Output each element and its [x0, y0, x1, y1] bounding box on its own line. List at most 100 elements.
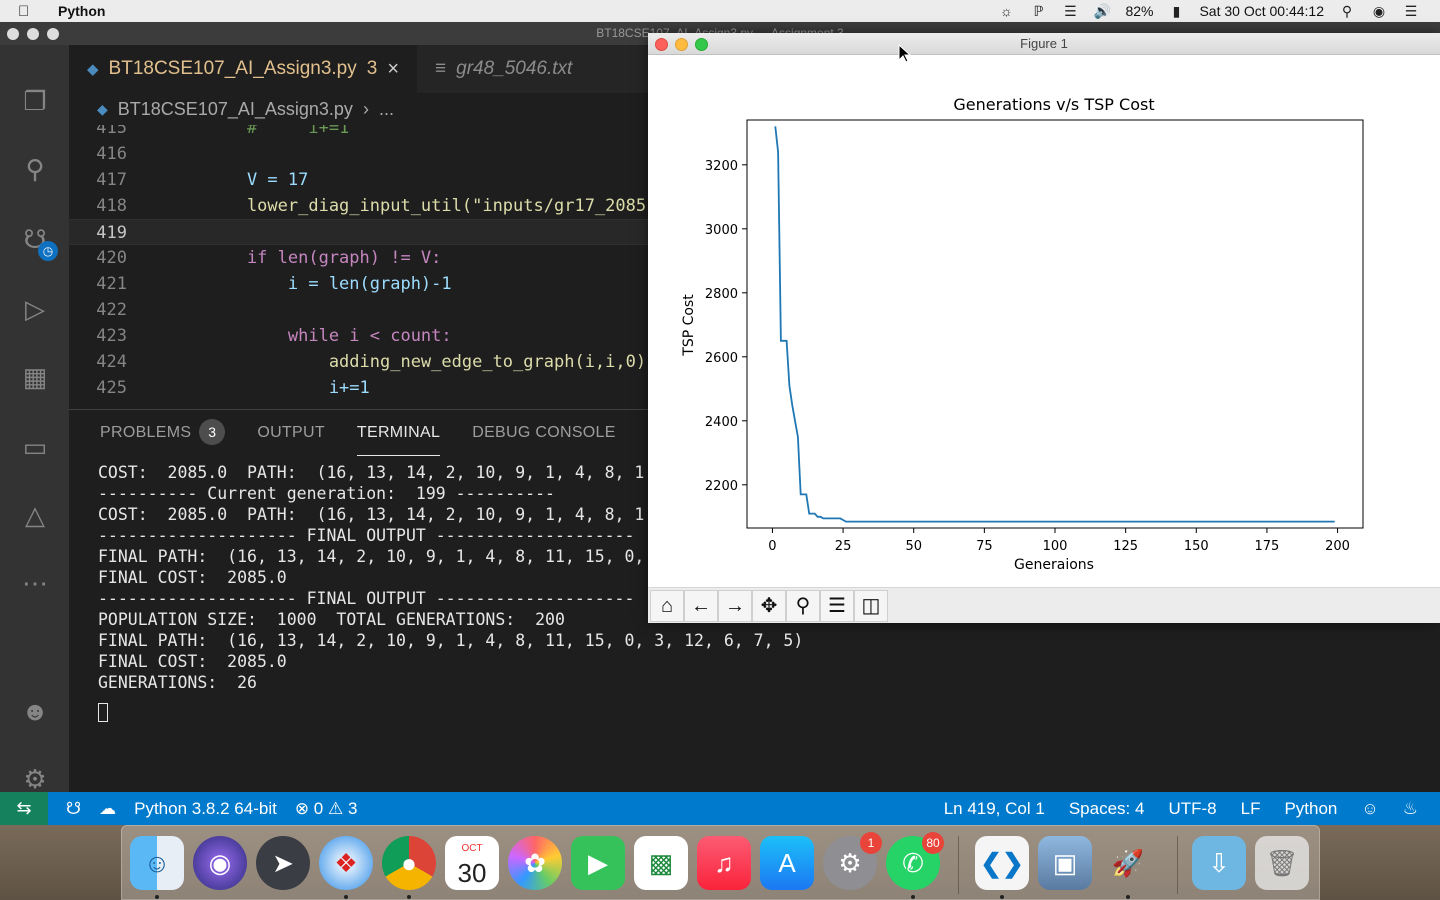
tab-terminal[interactable]: TERMINAL	[356, 410, 441, 456]
finder-icon[interactable]: ☺	[130, 836, 184, 890]
wifi-icon[interactable]: ☰	[1061, 3, 1079, 20]
more-icon[interactable]: ⋯	[17, 565, 53, 601]
vscode-icon[interactable]: ❮❯	[975, 836, 1029, 890]
tab-gr48[interactable]: ≡ gr48_5046.txt	[417, 45, 590, 93]
figure-zoom-button[interactable]	[695, 38, 708, 51]
problems-status[interactable]: ⊗ 0 ⚠ 3	[295, 799, 358, 819]
branch-icon[interactable]: ☋	[66, 799, 81, 819]
dock-separator	[1177, 836, 1178, 894]
apple-icon[interactable]: 	[18, 3, 40, 20]
numbers-icon[interactable]: ▩	[634, 836, 688, 890]
python-file-icon: ◆	[97, 100, 108, 117]
downloads-folder-icon[interactable]: ⇩	[1192, 836, 1246, 890]
zoom-dot[interactable]	[47, 28, 59, 40]
dock: ☺ ◉ ➤ ❖ ● OCT 30 ✿ ▶ ▩ ♫ A ⚙ 1 ✆ 80 ❮❯ ▣…	[121, 825, 1320, 900]
figure-title-bar: Figure 1	[648, 33, 1440, 55]
text-file-icon: ≡	[435, 58, 447, 79]
app-store-icon[interactable]: A	[760, 836, 814, 890]
tab-assign3[interactable]: ◆ BT18CSE107_AI_Assign3.py 3 ×	[69, 45, 418, 93]
running-indicator	[1126, 895, 1130, 899]
notification-center-icon[interactable]: ☰	[1402, 3, 1420, 20]
remote-icon[interactable]: ⇆	[0, 792, 48, 825]
feedback-icon[interactable]: ☺	[1361, 799, 1378, 819]
battery-icon[interactable]: ▮	[1167, 3, 1185, 20]
indentation[interactable]: Spaces: 4	[1069, 799, 1145, 819]
forward-arrow-icon[interactable]: →	[718, 589, 752, 622]
y-tick-label: 3000	[705, 223, 738, 238]
breadcrumb-symbol[interactable]: ...	[379, 99, 394, 120]
music-icon[interactable]: ♫	[697, 836, 751, 890]
code-line: 425 i+=1	[96, 378, 370, 398]
facetime-icon[interactable]: ▶	[571, 836, 625, 890]
save-icon[interactable]: ◫	[854, 589, 888, 622]
python-rocket-icon[interactable]: 🚀	[1101, 836, 1155, 890]
x-tick-label: 200	[1325, 539, 1350, 554]
tab-debug-console[interactable]: DEBUG CONSOLE	[472, 410, 616, 456]
trash-icon[interactable]: 🗑	[1255, 836, 1309, 890]
sync-cloud-icon[interactable]: ☁	[99, 799, 116, 819]
bluetooth-icon[interactable]: ℙ	[1029, 3, 1047, 20]
zoom-icon[interactable]: ⚲	[786, 589, 820, 622]
tab-label: BT18CSE107_AI_Assign3.py	[108, 58, 357, 79]
cursor-position[interactable]: Ln 419, Col 1	[944, 799, 1045, 819]
encoding[interactable]: UTF-8	[1168, 799, 1216, 819]
y-tick-label: 2600	[705, 351, 738, 366]
editor-tabs: ◆ BT18CSE107_AI_Assign3.py 3 × ≡ gr48_50…	[69, 45, 649, 93]
account-icon[interactable]: ☻	[17, 693, 53, 729]
photos-icon[interactable]: ✿	[508, 836, 562, 890]
status-bar: ⇆ ☋ ☁ Python 3.8.2 64-bit ⊗ 0 ⚠ 3 Ln 419…	[0, 792, 1440, 825]
x-tick-label: 0	[768, 539, 776, 554]
terminal-cursor	[98, 703, 108, 722]
status-menus: ☼ ℙ ☰ 🔊 82% ▮ Sat 30 Oct 00:44:12 ⚲ ◉ ☰	[997, 3, 1440, 20]
configure-subplots-icon[interactable]: ☰	[820, 589, 854, 622]
home-icon[interactable]: ⌂	[650, 589, 684, 622]
breadcrumb: ◆ BT18CSE107_AI_Assign3.py › ...	[69, 93, 649, 125]
x-tick-label: 75	[976, 539, 993, 554]
figure-minimize-button[interactable]	[675, 38, 688, 51]
run-debug-icon[interactable]: ▷	[17, 291, 53, 327]
close-tab-icon[interactable]: ×	[387, 58, 399, 81]
calendar-icon[interactable]: OCT 30	[445, 836, 499, 890]
safari-icon[interactable]: ❖	[319, 836, 373, 890]
remote-explorer-icon[interactable]: ▭	[17, 429, 53, 465]
pan-icon[interactable]: ✥	[752, 589, 786, 622]
calendar-month: OCT	[461, 843, 483, 854]
extensions-icon[interactable]: ▦	[17, 359, 53, 395]
figure-toolbar: ⌂ ← → ✥ ⚲ ☰ ◫	[648, 587, 1440, 623]
x-tick-label: 25	[835, 539, 852, 554]
minimize-dot[interactable]	[27, 28, 39, 40]
tsp-cost-chart: Generations v/s TSP Cost 0 25 50 75 100 125 15…	[681, 95, 1364, 573]
siri-icon[interactable]: ◉	[193, 836, 247, 890]
y-tick-label: 2800	[705, 287, 738, 302]
back-arrow-icon[interactable]: ←	[684, 589, 718, 622]
figure-close-button[interactable]	[655, 38, 668, 51]
close-dot[interactable]	[7, 28, 19, 40]
y-tick-label: 2400	[705, 415, 738, 430]
explorer-icon[interactable]: ❐	[17, 83, 53, 119]
chrome-icon[interactable]: ●	[382, 836, 436, 890]
preview-icon[interactable]: ▣	[1038, 836, 1092, 890]
breadcrumb-file[interactable]: BT18CSE107_AI_Assign3.py	[118, 99, 353, 120]
code-line: 424 adding_new_edge_to_graph(i,i,0)	[96, 352, 647, 372]
notifications-bell-icon[interactable]: ♨	[1403, 799, 1418, 819]
spotlight-icon[interactable]: ⚲	[1338, 3, 1356, 20]
tab-output[interactable]: OUTPUT	[257, 410, 325, 456]
focus-icon[interactable]: ☼	[997, 3, 1015, 19]
code-editor[interactable]: 415 # i+=1 416 417 V = 17 418 lower_diag…	[69, 125, 649, 407]
menu-bar:  Python ☼ ℙ ☰ 🔊 82% ▮ Sat 30 Oct 00:44:…	[0, 0, 1440, 22]
testing-icon[interactable]: △	[17, 497, 53, 533]
launchpad-icon[interactable]: ➤	[256, 836, 310, 890]
chart-title: Generations v/s TSP Cost	[953, 95, 1154, 114]
siri-icon[interactable]: ◉	[1370, 3, 1388, 20]
search-icon[interactable]: ⚲	[17, 151, 53, 187]
volume-icon[interactable]: 🔊	[1093, 3, 1111, 20]
language-mode[interactable]: Python	[1284, 799, 1337, 819]
menu-clock[interactable]: Sat 30 Oct 00:44:12	[1199, 3, 1324, 19]
dock-separator	[958, 836, 959, 894]
python-interpreter[interactable]: Python 3.8.2 64-bit	[134, 799, 277, 819]
tab-problems[interactable]: PROBLEMS 3	[100, 410, 226, 456]
line-ending[interactable]: LF	[1241, 799, 1261, 819]
problems-badge: 3	[199, 419, 226, 445]
running-indicator	[407, 895, 411, 899]
menu-app-name[interactable]: Python	[58, 3, 105, 19]
